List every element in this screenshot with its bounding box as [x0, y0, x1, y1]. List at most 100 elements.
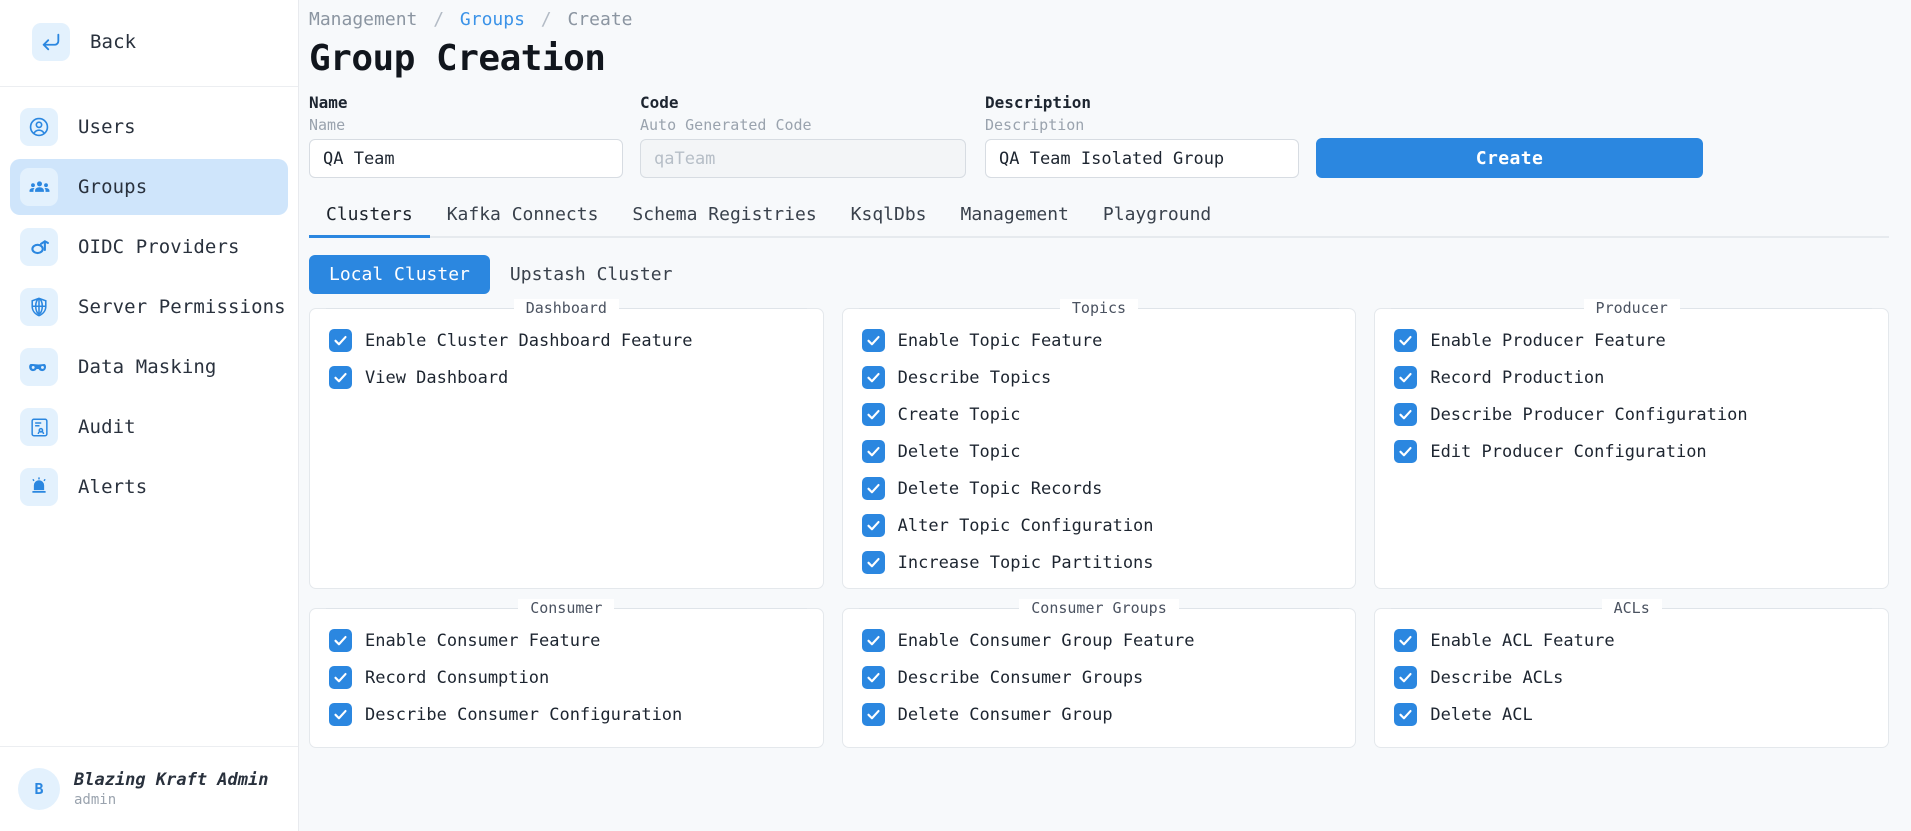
checkbox-row[interactable]: Describe ACLs [1375, 659, 1888, 696]
name-label: Name [309, 93, 348, 112]
checkbox-label: Enable ACL Feature [1430, 630, 1615, 651]
checkbox-list: Enable Consumer Feature Record Consumptio… [310, 609, 823, 733]
checkbox-checked-icon[interactable] [329, 629, 352, 652]
create-button[interactable]: Create [1316, 138, 1703, 178]
checkbox-checked-icon[interactable] [861, 514, 885, 537]
checkbox-checked-icon[interactable] [861, 629, 885, 652]
checkbox-row[interactable]: Create Topic [843, 396, 1356, 433]
checkbox-row[interactable]: Delete Topic Records [843, 470, 1356, 507]
checkbox-row[interactable]: Enable Producer Feature [1375, 322, 1888, 359]
sidebar-item-groups[interactable]: Groups [10, 159, 288, 215]
legend-rule-right [1661, 607, 1873, 609]
checkbox-row[interactable]: Describe Producer Configuration [1375, 396, 1888, 433]
sidebar-back-section: Back [0, 0, 298, 87]
checkbox-row[interactable]: Enable Topic Feature [843, 322, 1356, 359]
tab-playground[interactable]: Playground [1086, 198, 1228, 236]
permission-panel-dashboard: Dashboard Enable Cluster Dashboard Featur… [309, 299, 824, 589]
checkbox-row[interactable]: Describe Topics [843, 359, 1356, 396]
legend-rule-right [1679, 307, 1873, 309]
name-input[interactable] [309, 139, 623, 178]
checkbox-checked-icon[interactable] [329, 666, 352, 689]
cluster-chip-upstash-cluster[interactable]: Upstash Cluster [490, 255, 693, 294]
checkbox-row[interactable]: Alter Topic Configuration [843, 507, 1356, 544]
tab-schema-registries[interactable]: Schema Registries [615, 198, 833, 236]
checkbox-row[interactable]: Enable Consumer Group Feature [843, 622, 1356, 659]
checkbox-checked-icon[interactable] [329, 366, 352, 389]
checkbox-row[interactable]: Describe Consumer Configuration [310, 696, 823, 733]
sidebar-item-back[interactable]: Back [22, 14, 276, 70]
checkbox-checked-icon[interactable] [1394, 366, 1418, 389]
checkbox-checked-icon[interactable] [861, 477, 885, 500]
checkbox-row[interactable]: Record Production [1375, 359, 1888, 396]
sidebar-item-audit[interactable]: Audit [10, 399, 288, 455]
checkbox-label: Create Topic [897, 404, 1021, 425]
checkbox-checked-icon[interactable] [329, 703, 352, 726]
checkbox-checked-icon[interactable] [1394, 329, 1418, 352]
checkbox-checked-icon[interactable] [861, 366, 885, 389]
panel-title: Consumer [518, 599, 615, 617]
shield-globe-icon [20, 288, 58, 326]
checkbox-row[interactable]: Describe Consumer Groups [843, 659, 1356, 696]
checkbox-label: View Dashboard [365, 367, 509, 388]
panel-title: Dashboard [513, 299, 619, 317]
panel-title: ACLs [1601, 599, 1662, 617]
checkbox-label: Describe Consumer Configuration [365, 704, 683, 725]
sidebar-user-section[interactable]: B Blazing Kraft Admin admin [0, 746, 298, 831]
legend-rule-right [1178, 607, 1340, 609]
checkbox-row[interactable]: Delete Topic [843, 433, 1356, 470]
code-sublabel: Auto Generated Code [640, 116, 812, 134]
checkbox-checked-icon[interactable] [1394, 440, 1418, 463]
permission-panel-producer: Producer Enable Producer Feature Record Pr… [1374, 299, 1889, 589]
sidebar-item-users[interactable]: Users [10, 99, 288, 155]
checkbox-checked-icon[interactable] [861, 666, 885, 689]
legend-rule-left [858, 607, 1020, 609]
checkbox-label: Edit Producer Configuration [1430, 441, 1707, 462]
sidebar-item-label-groups: Groups [78, 176, 148, 198]
checkbox-checked-icon[interactable] [861, 440, 885, 463]
sidebar-item-label-oidc-providers: OIDC Providers [78, 236, 240, 258]
checkbox-checked-icon[interactable] [861, 551, 885, 574]
checkbox-checked-icon[interactable] [1394, 629, 1418, 652]
checkbox-checked-icon[interactable] [861, 329, 885, 352]
checkbox-checked-icon[interactable] [1394, 666, 1418, 689]
checkbox-checked-icon[interactable] [861, 703, 885, 726]
sidebar-item-oidc-providers[interactable]: OIDC Providers [10, 219, 288, 275]
tab-bar: Clusters Kafka Connects Schema Registries K… [309, 198, 1889, 238]
checkbox-row[interactable]: Delete Consumer Group [843, 696, 1356, 733]
app-root: Back Users Groups OIDC Providers Server … [0, 0, 1911, 831]
breadcrumb-current: Create [567, 9, 633, 30]
sidebar-item-alerts[interactable]: Alerts [10, 459, 288, 515]
checkbox-label: Describe Producer Configuration [1430, 404, 1748, 425]
user-info: Blazing Kraft Admin admin [74, 770, 268, 808]
checkbox-row[interactable]: Enable ACL Feature [1375, 622, 1888, 659]
checkbox-checked-icon[interactable] [1394, 703, 1418, 726]
cluster-chip-local-cluster[interactable]: Local Cluster [309, 255, 490, 294]
breadcrumb-link-groups[interactable]: Groups [460, 9, 525, 30]
tab-kafka-connects[interactable]: Kafka Connects [430, 198, 616, 236]
checkbox-row[interactable]: Record Consumption [310, 659, 823, 696]
tab-management[interactable]: Management [944, 198, 1086, 236]
checkbox-row[interactable]: Enable Cluster Dashboard Feature [310, 322, 823, 359]
back-arrow-icon [32, 23, 70, 61]
user-role: admin [74, 792, 117, 808]
checkbox-checked-icon[interactable] [1394, 403, 1418, 426]
checkbox-row[interactable]: Edit Producer Configuration [1375, 433, 1888, 470]
checkbox-label: Alter Topic Configuration [897, 515, 1154, 536]
checkbox-row[interactable]: Increase Topic Partitions [843, 544, 1356, 581]
breadcrumb-root[interactable]: Management [309, 9, 417, 30]
checkbox-label: Record Production [1430, 367, 1605, 388]
tab-ksqldbs[interactable]: KsqlDbs [834, 198, 944, 236]
checkbox-row[interactable]: Delete ACL [1375, 696, 1888, 733]
legend-rule-left [326, 607, 519, 609]
sidebar-nav: Users Groups OIDC Providers Server Permi… [0, 87, 298, 746]
mask-icon [20, 348, 58, 386]
checkbox-label: Describe Consumer Groups [897, 667, 1144, 688]
tab-clusters[interactable]: Clusters [309, 198, 430, 238]
description-input[interactable] [985, 139, 1299, 178]
checkbox-checked-icon[interactable] [329, 329, 352, 352]
checkbox-checked-icon[interactable] [861, 403, 885, 426]
sidebar-item-data-masking[interactable]: Data Masking [10, 339, 288, 395]
checkbox-row[interactable]: View Dashboard [310, 359, 823, 396]
checkbox-row[interactable]: Enable Consumer Feature [310, 622, 823, 659]
sidebar-item-server-permissions[interactable]: Server Permissions [10, 279, 288, 335]
